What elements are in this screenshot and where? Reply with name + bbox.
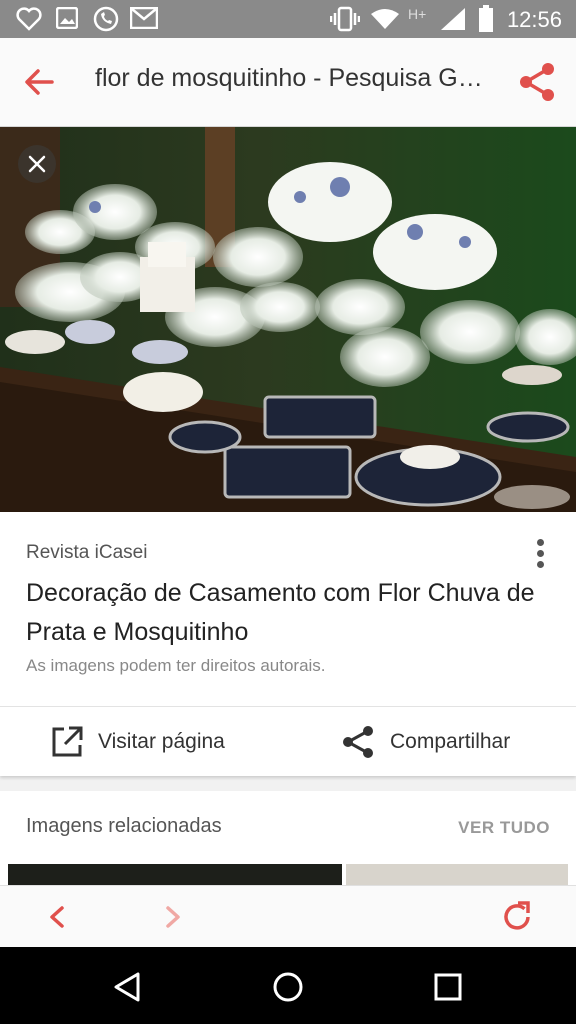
share-label: Compartilhar bbox=[390, 730, 511, 753]
visit-page-button[interactable]: Visitar página bbox=[50, 708, 225, 776]
nav-recents-icon[interactable] bbox=[430, 969, 466, 1005]
vibrate-icon bbox=[330, 6, 360, 32]
nav-back-icon[interactable] bbox=[110, 969, 146, 1005]
share-button[interactable]: Compartilhar bbox=[342, 708, 510, 776]
nav-home-icon[interactable] bbox=[270, 969, 306, 1005]
copyright-notice: As imagens podem ter direitos autorais. bbox=[26, 656, 326, 675]
see-all-link[interactable]: VER TUDO bbox=[458, 818, 550, 838]
source-name: Revista iCasei bbox=[26, 542, 148, 563]
battery-icon bbox=[479, 5, 493, 32]
android-nav-bar bbox=[0, 947, 576, 1024]
image-icon bbox=[56, 7, 78, 29]
wedding-table-photo bbox=[0, 127, 576, 512]
result-title[interactable]: Decoração de Casamento com Flor Chuva de… bbox=[26, 574, 546, 652]
chevron-right-icon[interactable] bbox=[156, 900, 190, 934]
related-image-thumbnail[interactable] bbox=[346, 864, 568, 885]
app-bar: flor de mosquitinho - Pesquisa Google bbox=[0, 38, 576, 127]
network-type: H+ bbox=[408, 6, 427, 22]
share-icon bbox=[343, 726, 373, 758]
signal-icon bbox=[441, 8, 465, 30]
related-image-thumbnail[interactable] bbox=[8, 864, 342, 885]
result-image[interactable] bbox=[0, 127, 576, 512]
close-icon bbox=[28, 155, 46, 173]
more-dot-icon bbox=[536, 539, 544, 546]
visit-page-label: Visitar página bbox=[98, 730, 225, 753]
heart-icon bbox=[16, 7, 42, 31]
arrow-left-icon[interactable] bbox=[22, 64, 58, 100]
open-external-icon bbox=[52, 726, 83, 757]
wifi-icon bbox=[371, 9, 399, 29]
result-details-card: Revista iCasei Decoração de Casamento co… bbox=[0, 512, 576, 776]
more-options-button[interactable] bbox=[530, 536, 550, 572]
more-dot-icon bbox=[536, 550, 544, 557]
gmail-icon bbox=[130, 7, 158, 29]
clock: 12:56 bbox=[506, 7, 562, 32]
related-images-section: Imagens relacionadas VER TUDO bbox=[0, 791, 576, 885]
divider bbox=[0, 706, 576, 707]
whatsapp-icon bbox=[93, 6, 119, 32]
search-query-title: flor de mosquitinho - Pesquisa Google bbox=[95, 64, 495, 92]
refresh-icon[interactable] bbox=[500, 900, 534, 934]
chevron-left-icon[interactable] bbox=[40, 900, 74, 934]
close-button[interactable] bbox=[18, 145, 56, 183]
browser-bottom-bar bbox=[0, 885, 576, 948]
status-bar: H+ 12:56 bbox=[0, 0, 576, 38]
more-dot-icon bbox=[536, 561, 544, 568]
related-images-header: Imagens relacionadas bbox=[26, 815, 222, 837]
share-icon[interactable] bbox=[518, 62, 556, 102]
